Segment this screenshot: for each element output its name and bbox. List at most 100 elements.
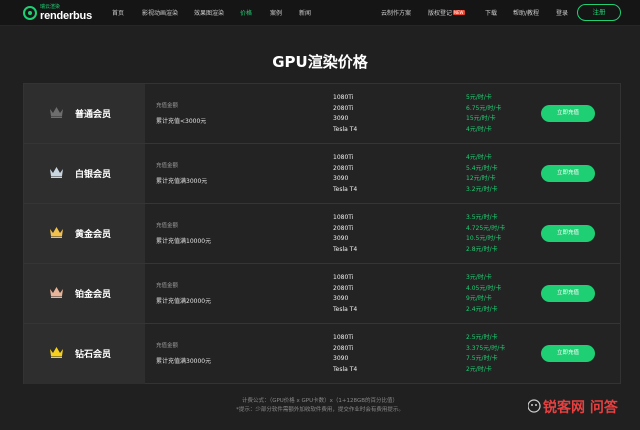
top-nav: 瑞云渲染 renderbus 首页 影视动画渲染 效果图渲染 价格 案例 新闻 …: [0, 0, 640, 26]
price-list: 4元/时/卡 5.4元/时/卡 12元/时/卡 3.2元/时/卡: [466, 153, 498, 195]
price-list: 3元/时/卡 4.05元/时/卡 9元/时/卡 2.4元/时/卡: [466, 273, 501, 315]
gpu-name: 3090: [333, 175, 349, 182]
deposit-label: 充值金额: [156, 103, 179, 109]
tier-cell: 普通会员: [24, 84, 145, 143]
gpu-list: 1080Ti 2080Ti 3090 Tesla T4: [333, 213, 357, 255]
gpu-name: 1080Ti: [333, 154, 354, 161]
gpu-price: 7.5元/时/卡: [466, 355, 498, 362]
recharge-button[interactable]: 立即充值: [541, 285, 595, 302]
gpu-price: 2.8元/时/卡: [466, 245, 498, 253]
pricing-table: 普通会员 充值金额 累计充值<3000元 1080Ti 2080Ti 3090 …: [23, 83, 621, 384]
deposit-cell: 充值金额 累计充值满20000元: [145, 264, 333, 323]
tier-cell: 白银会员: [24, 144, 145, 203]
gpu-price: 3.375元/时/卡: [466, 344, 506, 352]
crown-icon: [50, 107, 63, 118]
gpu-name: 1080Ti: [333, 334, 354, 341]
tier-row-regular: 普通会员 充值金额 累计充值<3000元 1080Ti 2080Ti 3090 …: [24, 84, 620, 144]
gpu-name: 3090: [333, 235, 349, 242]
nav-item-cases[interactable]: 案例: [270, 8, 282, 17]
page-title: GPU渲染价格: [272, 53, 368, 71]
nav-item-download[interactable]: 下载: [485, 8, 497, 17]
price-list: 3.5元/时/卡 4.725元/时/卡 10.5元/时/卡 2.8元/时/卡: [466, 213, 505, 255]
watermark-text: 锐客网 问答: [543, 399, 619, 416]
gpu-price: 3.2元/时/卡: [466, 185, 498, 193]
deposit-value: 累计充值满3000元: [156, 178, 208, 185]
gpu-name: 1080Ti: [333, 94, 354, 101]
deposit-label: 充值金额: [156, 283, 179, 289]
new-badge: NEW: [453, 10, 465, 15]
nav-item-effect-render[interactable]: 效果图渲染: [194, 8, 224, 17]
tier-row-diamond: 钻石会员 充值金额 累计充值满30000元 1080Ti 2080Ti 3090…: [24, 324, 620, 384]
recharge-button[interactable]: 立即充值: [541, 345, 595, 362]
gpu-price: 4.725元/时/卡: [466, 224, 506, 232]
nav-item-help[interactable]: 帮助/教程: [513, 8, 539, 17]
tier-name: 铂金会员: [75, 290, 112, 300]
gpu-price: 9元/时/卡: [466, 295, 492, 302]
nav-item-cloud-production[interactable]: 云制作方案: [381, 8, 411, 17]
crown-icon: [50, 227, 63, 238]
gpu-name: 3090: [333, 355, 349, 362]
nav-item-animation-render[interactable]: 影视动画渲染: [142, 8, 178, 17]
gpu-name: Tesla T4: [333, 365, 358, 373]
gpu-name: Tesla T4: [333, 185, 358, 193]
nav-item-copyright[interactable]: 版权登记 NEW: [428, 8, 465, 17]
gpu-name: 3090: [333, 295, 349, 302]
watermark-logo: 锐客网 问答: [528, 399, 619, 416]
deposit-cell: 充值金额 累计充值满10000元: [145, 204, 333, 263]
gpu-name: 2080Ti: [333, 284, 354, 292]
deposit-cell: 充值金额 累计充值满30000元: [145, 324, 333, 384]
recharge-button[interactable]: 立即充值: [541, 225, 595, 242]
gpu-list: 1080Ti 2080Ti 3090 Tesla T4: [333, 93, 357, 135]
tier-name: 黄金会员: [75, 230, 112, 240]
gpu-name: 2080Ti: [333, 164, 354, 172]
tier-name: 钻石会员: [75, 350, 112, 360]
deposit-label: 充值金额: [156, 343, 179, 349]
nav-item-home[interactable]: 首页: [112, 8, 124, 17]
gpu-list: 1080Ti 2080Ti 3090 Tesla T4: [333, 273, 357, 315]
gpu-price: 10.5元/时/卡: [466, 235, 502, 242]
gpu-price: 2元/时/卡: [466, 365, 492, 373]
renderbus-logo[interactable]: 瑞云渲染 renderbus: [23, 4, 92, 22]
deposit-label: 充值金额: [156, 163, 179, 169]
gpu-price: 15元/时/卡: [466, 115, 496, 122]
crown-icon: [50, 167, 63, 178]
tier-row-silver: 白银会员 充值金额 累计充值满3000元 1080Ti 2080Ti 3090 …: [24, 144, 620, 204]
tier-row-gold: 黄金会员 充值金额 累计充值满10000元 1080Ti 2080Ti 3090…: [24, 204, 620, 264]
deposit-cell: 充值金额 累计充值<3000元: [145, 84, 333, 143]
crown-icon: [50, 287, 63, 298]
nav-item-copyright-label: 版权登记: [428, 10, 453, 17]
gpu-name: Tesla T4: [333, 245, 358, 253]
deposit-value: 累计充值<3000元: [156, 118, 207, 125]
gpu-price: 4元/时/卡: [466, 125, 492, 133]
tier-cell: 黄金会员: [24, 204, 145, 263]
gpu-name: Tesla T4: [333, 305, 358, 313]
crown-icon: [50, 347, 63, 358]
gpu-price: 4元/时/卡: [466, 154, 492, 161]
nav-item-login[interactable]: 登录: [556, 8, 568, 17]
deposit-value: 累计充值满20000元: [156, 298, 212, 305]
nav-item-pricing[interactable]: 价格: [240, 8, 252, 17]
gpu-name: 1080Ti: [333, 274, 354, 281]
logo-icon: [23, 6, 37, 20]
gpu-list: 1080Ti 2080Ti 3090 Tesla T4: [333, 333, 357, 375]
gpu-price: 5元/时/卡: [466, 94, 492, 101]
nav-item-news[interactable]: 新闻: [299, 8, 311, 17]
recharge-button[interactable]: 立即充值: [541, 165, 595, 182]
tier-cell: 铂金会员: [24, 264, 145, 323]
tier-name: 白银会员: [75, 170, 112, 180]
register-button[interactable]: 注册: [577, 4, 621, 21]
gpu-name: 1080Ti: [333, 214, 354, 221]
recharge-button[interactable]: 立即充值: [541, 105, 595, 122]
gpu-name: 2080Ti: [333, 344, 354, 352]
deposit-cell: 充值金额 累计充值满3000元: [145, 144, 333, 203]
tier-row-platinum: 铂金会员 充值金额 累计充值满20000元 1080Ti 2080Ti 3090…: [24, 264, 620, 324]
gpu-name: 2080Ti: [333, 104, 354, 112]
tier-cell: 钻石会员: [24, 324, 145, 384]
deposit-label: 充值金额: [156, 223, 179, 229]
gpu-price: 2.5元/时/卡: [466, 334, 498, 341]
gpu-name: 2080Ti: [333, 224, 354, 232]
gpu-price: 5.4元/时/卡: [466, 164, 498, 172]
gpu-price: 3.5元/时/卡: [466, 214, 498, 221]
gpu-name: 3090: [333, 115, 349, 122]
gpu-list: 1080Ti 2080Ti 3090 Tesla T4: [333, 153, 357, 195]
